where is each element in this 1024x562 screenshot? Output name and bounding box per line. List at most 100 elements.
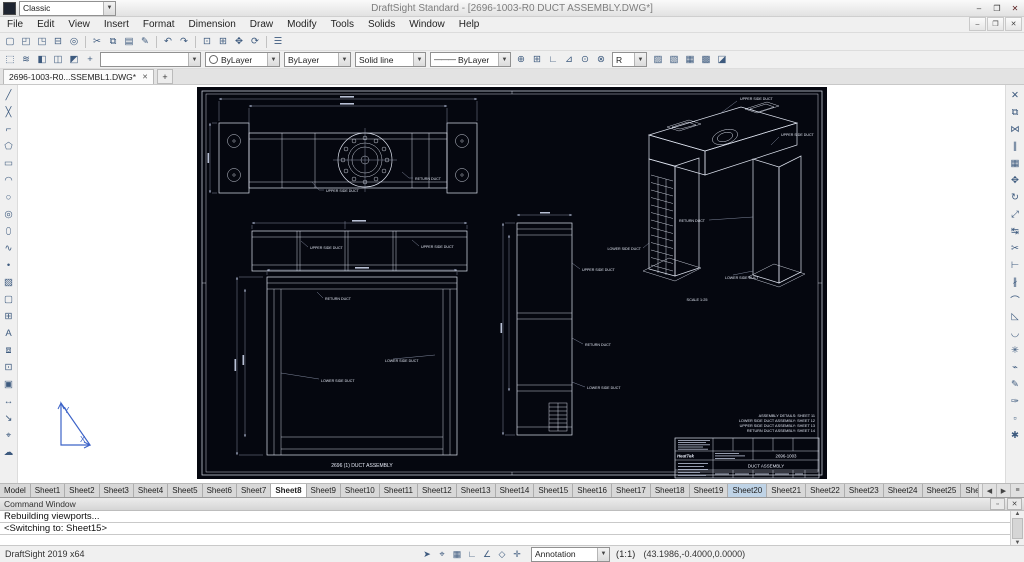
tab-sheet24[interactable]: Sheet24 bbox=[884, 484, 923, 497]
snap-toggle-icon[interactable]: ⌖ bbox=[435, 548, 449, 561]
snap-settings-icon[interactable]: ⊕ bbox=[513, 52, 529, 67]
separator[interactable] bbox=[266, 36, 267, 48]
chevron-down-icon[interactable]: ▼ bbox=[188, 53, 200, 66]
circle-icon[interactable]: ○ bbox=[1, 189, 17, 206]
copy-entity-icon[interactable]: ⧉ bbox=[1007, 104, 1023, 121]
ortho-mode-icon[interactable]: ∟ bbox=[545, 52, 561, 67]
explode-icon[interactable]: ✳ bbox=[1007, 342, 1023, 359]
tab-sheet8[interactable]: Sheet8 bbox=[271, 484, 306, 497]
extend-icon[interactable]: ⊢ bbox=[1007, 257, 1023, 274]
edit-text-icon[interactable]: ✎ bbox=[1007, 376, 1023, 393]
stretch-icon[interactable]: ↹ bbox=[1007, 223, 1023, 240]
separator[interactable] bbox=[195, 36, 196, 48]
tab-sheet11[interactable]: Sheet11 bbox=[380, 484, 418, 497]
tab-sheet19[interactable]: Sheet19 bbox=[690, 484, 729, 497]
menu-tools[interactable]: Tools bbox=[324, 17, 361, 32]
tab-sheet22[interactable]: Sheet22 bbox=[806, 484, 845, 497]
new-file-icon[interactable]: ▢ bbox=[2, 34, 18, 49]
layer-states-icon[interactable]: ◧ bbox=[34, 52, 50, 67]
chevron-down-icon[interactable]: ▼ bbox=[338, 53, 350, 66]
menu-file[interactable]: File bbox=[0, 17, 30, 32]
menu-help[interactable]: Help bbox=[452, 17, 487, 32]
polar-toggle-icon[interactable]: ∠ bbox=[480, 548, 494, 561]
tab-sheet1[interactable]: Sheet1 bbox=[31, 484, 65, 497]
rectangle-icon[interactable]: ▭ bbox=[1, 155, 17, 172]
chevron-down-icon[interactable]: ▼ bbox=[413, 53, 425, 66]
property-painter-icon[interactable]: ✑ bbox=[1007, 393, 1023, 410]
text-icon[interactable]: A bbox=[1, 325, 17, 342]
offset-icon[interactable]: ∥ bbox=[1007, 138, 1023, 155]
close-icon[interactable]: ✕ bbox=[142, 73, 148, 81]
open-file-icon[interactable]: ◰ bbox=[18, 34, 34, 49]
trim-icon[interactable]: ✂ bbox=[1007, 240, 1023, 257]
layers-manager-icon[interactable]: ≋ bbox=[18, 52, 34, 67]
chevron-down-icon[interactable]: ▼ bbox=[634, 53, 646, 66]
table-tool-icon[interactable]: ▦ bbox=[682, 52, 698, 67]
scrollbar-thumb[interactable] bbox=[1012, 518, 1023, 539]
annotation-scale-combo[interactable]: Annotation ▼ bbox=[531, 547, 610, 562]
grid-settings-icon[interactable]: ⊞ bbox=[529, 52, 545, 67]
rotate-icon[interactable]: ↻ bbox=[1007, 189, 1023, 206]
etrack-toggle-icon[interactable]: ✛ bbox=[510, 548, 524, 561]
cursor-status-icon[interactable]: ➤ bbox=[420, 548, 434, 561]
menu-edit[interactable]: Edit bbox=[30, 17, 61, 32]
pdf-underlay-icon[interactable]: ◪ bbox=[714, 52, 730, 67]
edit-polyline-icon[interactable]: ⌁ bbox=[1007, 359, 1023, 376]
attach-image-icon[interactable]: ▣ bbox=[1, 376, 17, 393]
ortho-toggle-icon[interactable]: ∟ bbox=[465, 548, 479, 561]
line-icon[interactable]: ╱ bbox=[1, 87, 17, 104]
copy-icon[interactable]: ⧉ bbox=[105, 34, 121, 49]
chevron-down-icon[interactable]: ▼ bbox=[103, 2, 115, 15]
ellipse-icon[interactable]: ⬯ bbox=[1, 223, 17, 240]
menu-view[interactable]: View bbox=[61, 17, 97, 32]
menu-draw[interactable]: Draw bbox=[243, 17, 280, 32]
close-panel-button[interactable]: ✕ bbox=[1007, 498, 1022, 510]
gradient-tool-icon[interactable]: ▧ bbox=[666, 52, 682, 67]
tab-sheet17[interactable]: Sheet17 bbox=[612, 484, 651, 497]
menu-solids[interactable]: Solids bbox=[361, 17, 402, 32]
separator[interactable] bbox=[156, 36, 157, 48]
minimize-button[interactable]: – bbox=[970, 2, 988, 15]
separator[interactable] bbox=[85, 36, 86, 48]
save-icon[interactable]: ◳ bbox=[34, 34, 50, 49]
document-tab[interactable]: 2696-1003-R0...SSEMBL1.DWG* ✕ bbox=[3, 69, 154, 84]
erase-icon[interactable]: ✕ bbox=[1007, 87, 1023, 104]
linestyle-combo[interactable]: ByLayer ▼ bbox=[284, 52, 351, 67]
entity-snap-icon[interactable]: ⊙ bbox=[577, 52, 593, 67]
tab-sheet12[interactable]: Sheet12 bbox=[418, 484, 457, 497]
command-scrollbar[interactable]: ▲ ▼ bbox=[1010, 511, 1024, 546]
entity-grips-icon[interactable]: ▫ bbox=[1007, 410, 1023, 427]
float-panel-button[interactable]: ▫ bbox=[990, 498, 1005, 510]
layer-preview-icon[interactable]: ◫ bbox=[50, 52, 66, 67]
grid-toggle-icon[interactable]: ▦ bbox=[450, 548, 464, 561]
break-icon[interactable]: ∦ bbox=[1007, 274, 1023, 291]
ring-icon[interactable]: ◎ bbox=[1, 206, 17, 223]
menu-modify[interactable]: Modify bbox=[280, 17, 323, 32]
hatch-icon[interactable]: ▨ bbox=[1, 274, 17, 291]
image-tool-icon[interactable]: ▩ bbox=[698, 52, 714, 67]
options-icon[interactable]: ✱ bbox=[1007, 427, 1023, 444]
properties-icon[interactable]: ☰ bbox=[270, 34, 286, 49]
esnap-toggle-icon[interactable]: ◇ bbox=[495, 548, 509, 561]
tab-sheet25[interactable]: Sheet25 bbox=[923, 484, 962, 497]
close-button[interactable]: ✕ bbox=[1006, 2, 1024, 15]
mdi-close-button[interactable]: ✕ bbox=[1005, 17, 1022, 31]
paste-icon[interactable]: ▤ bbox=[121, 34, 137, 49]
entity-track-icon[interactable]: ⊗ bbox=[593, 52, 609, 67]
scroll-up-icon[interactable]: ▲ bbox=[1015, 511, 1021, 517]
tab-sheet5[interactable]: Sheet5 bbox=[168, 484, 202, 497]
chamfer-icon[interactable]: ◺ bbox=[1007, 308, 1023, 325]
command-window-header[interactable]: Command Window ▫ ✕ bbox=[0, 498, 1024, 511]
drawing-sheet[interactable]: UPPER SIDE DUCT RETURN DUCT UPPER SIDE D… bbox=[197, 87, 827, 479]
menu-insert[interactable]: Insert bbox=[97, 17, 136, 32]
mdi-minimize-button[interactable]: – bbox=[969, 17, 986, 31]
tab-scroll-left-button[interactable]: ◀ bbox=[982, 484, 996, 497]
workspace-combo[interactable]: Classic ▼ bbox=[19, 1, 116, 16]
zoom-fit-icon[interactable]: ⊡ bbox=[199, 34, 215, 49]
arc-icon[interactable]: ◠ bbox=[1, 172, 17, 189]
lineweight-combo[interactable]: Solid line ▼ bbox=[355, 52, 426, 67]
tab-sheet20[interactable]: Sheet20 bbox=[728, 484, 767, 497]
undo-icon[interactable]: ↶ bbox=[160, 34, 176, 49]
leader-icon[interactable]: ↘ bbox=[1, 410, 17, 427]
tab-sheet21[interactable]: Sheet21 bbox=[767, 484, 806, 497]
